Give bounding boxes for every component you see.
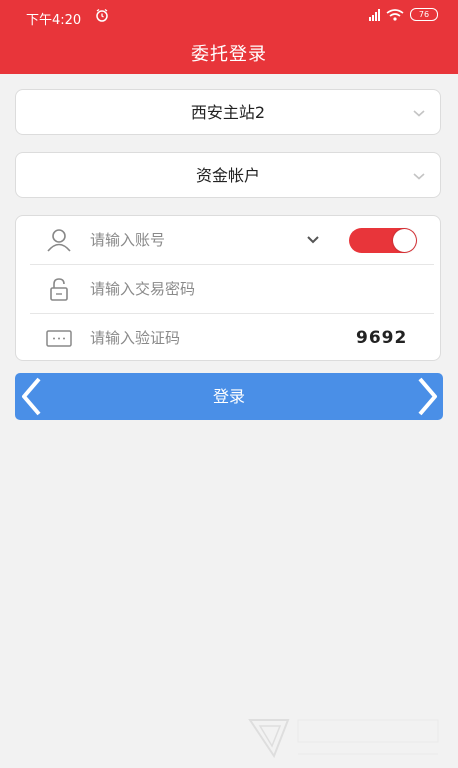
chevron-down-icon	[413, 173, 425, 180]
page-title: 委托登录	[191, 44, 267, 65]
toggle-knob	[393, 229, 416, 252]
captcha-code[interactable]: 9692	[356, 314, 407, 362]
login-form: 请输入账号 请输入交易密码 请输入验证码 9692	[15, 215, 441, 361]
status-time: 下午4:20	[26, 13, 82, 28]
server-select[interactable]: 西安主站2	[15, 89, 441, 135]
user-icon	[47, 229, 71, 252]
captcha-row: 请输入验证码 9692	[16, 314, 440, 362]
password-input[interactable]: 请输入交易密码	[90, 265, 195, 313]
login-button[interactable]: 登录	[15, 373, 443, 420]
alarm-icon	[96, 8, 108, 22]
server-select-value: 西安主站2	[190, 103, 266, 122]
captcha-icon	[46, 330, 72, 347]
password-row: 请输入交易密码	[16, 265, 440, 313]
chevron-right-icon	[418, 377, 437, 416]
lock-icon	[50, 278, 68, 301]
account-input[interactable]: 请输入账号	[90, 216, 165, 264]
login-button-label: 登录	[212, 387, 245, 406]
app-header: 下午4:20 76 委托登录	[0, 0, 458, 74]
wifi-icon	[386, 8, 404, 21]
account-type-value: 资金帐户	[195, 166, 260, 185]
account-type-select[interactable]: 资金帐户	[15, 152, 441, 198]
captcha-input[interactable]: 请输入验证码	[90, 314, 180, 362]
battery-icon: 76	[410, 8, 438, 21]
signal-icon	[369, 8, 380, 21]
account-history-chevron-icon[interactable]	[306, 234, 320, 246]
chevron-down-icon	[413, 110, 425, 117]
watermark-logo-icon	[248, 719, 439, 759]
status-icons: 76	[369, 8, 438, 21]
account-row: 请输入账号	[16, 216, 440, 264]
remember-account-toggle[interactable]	[349, 228, 417, 253]
